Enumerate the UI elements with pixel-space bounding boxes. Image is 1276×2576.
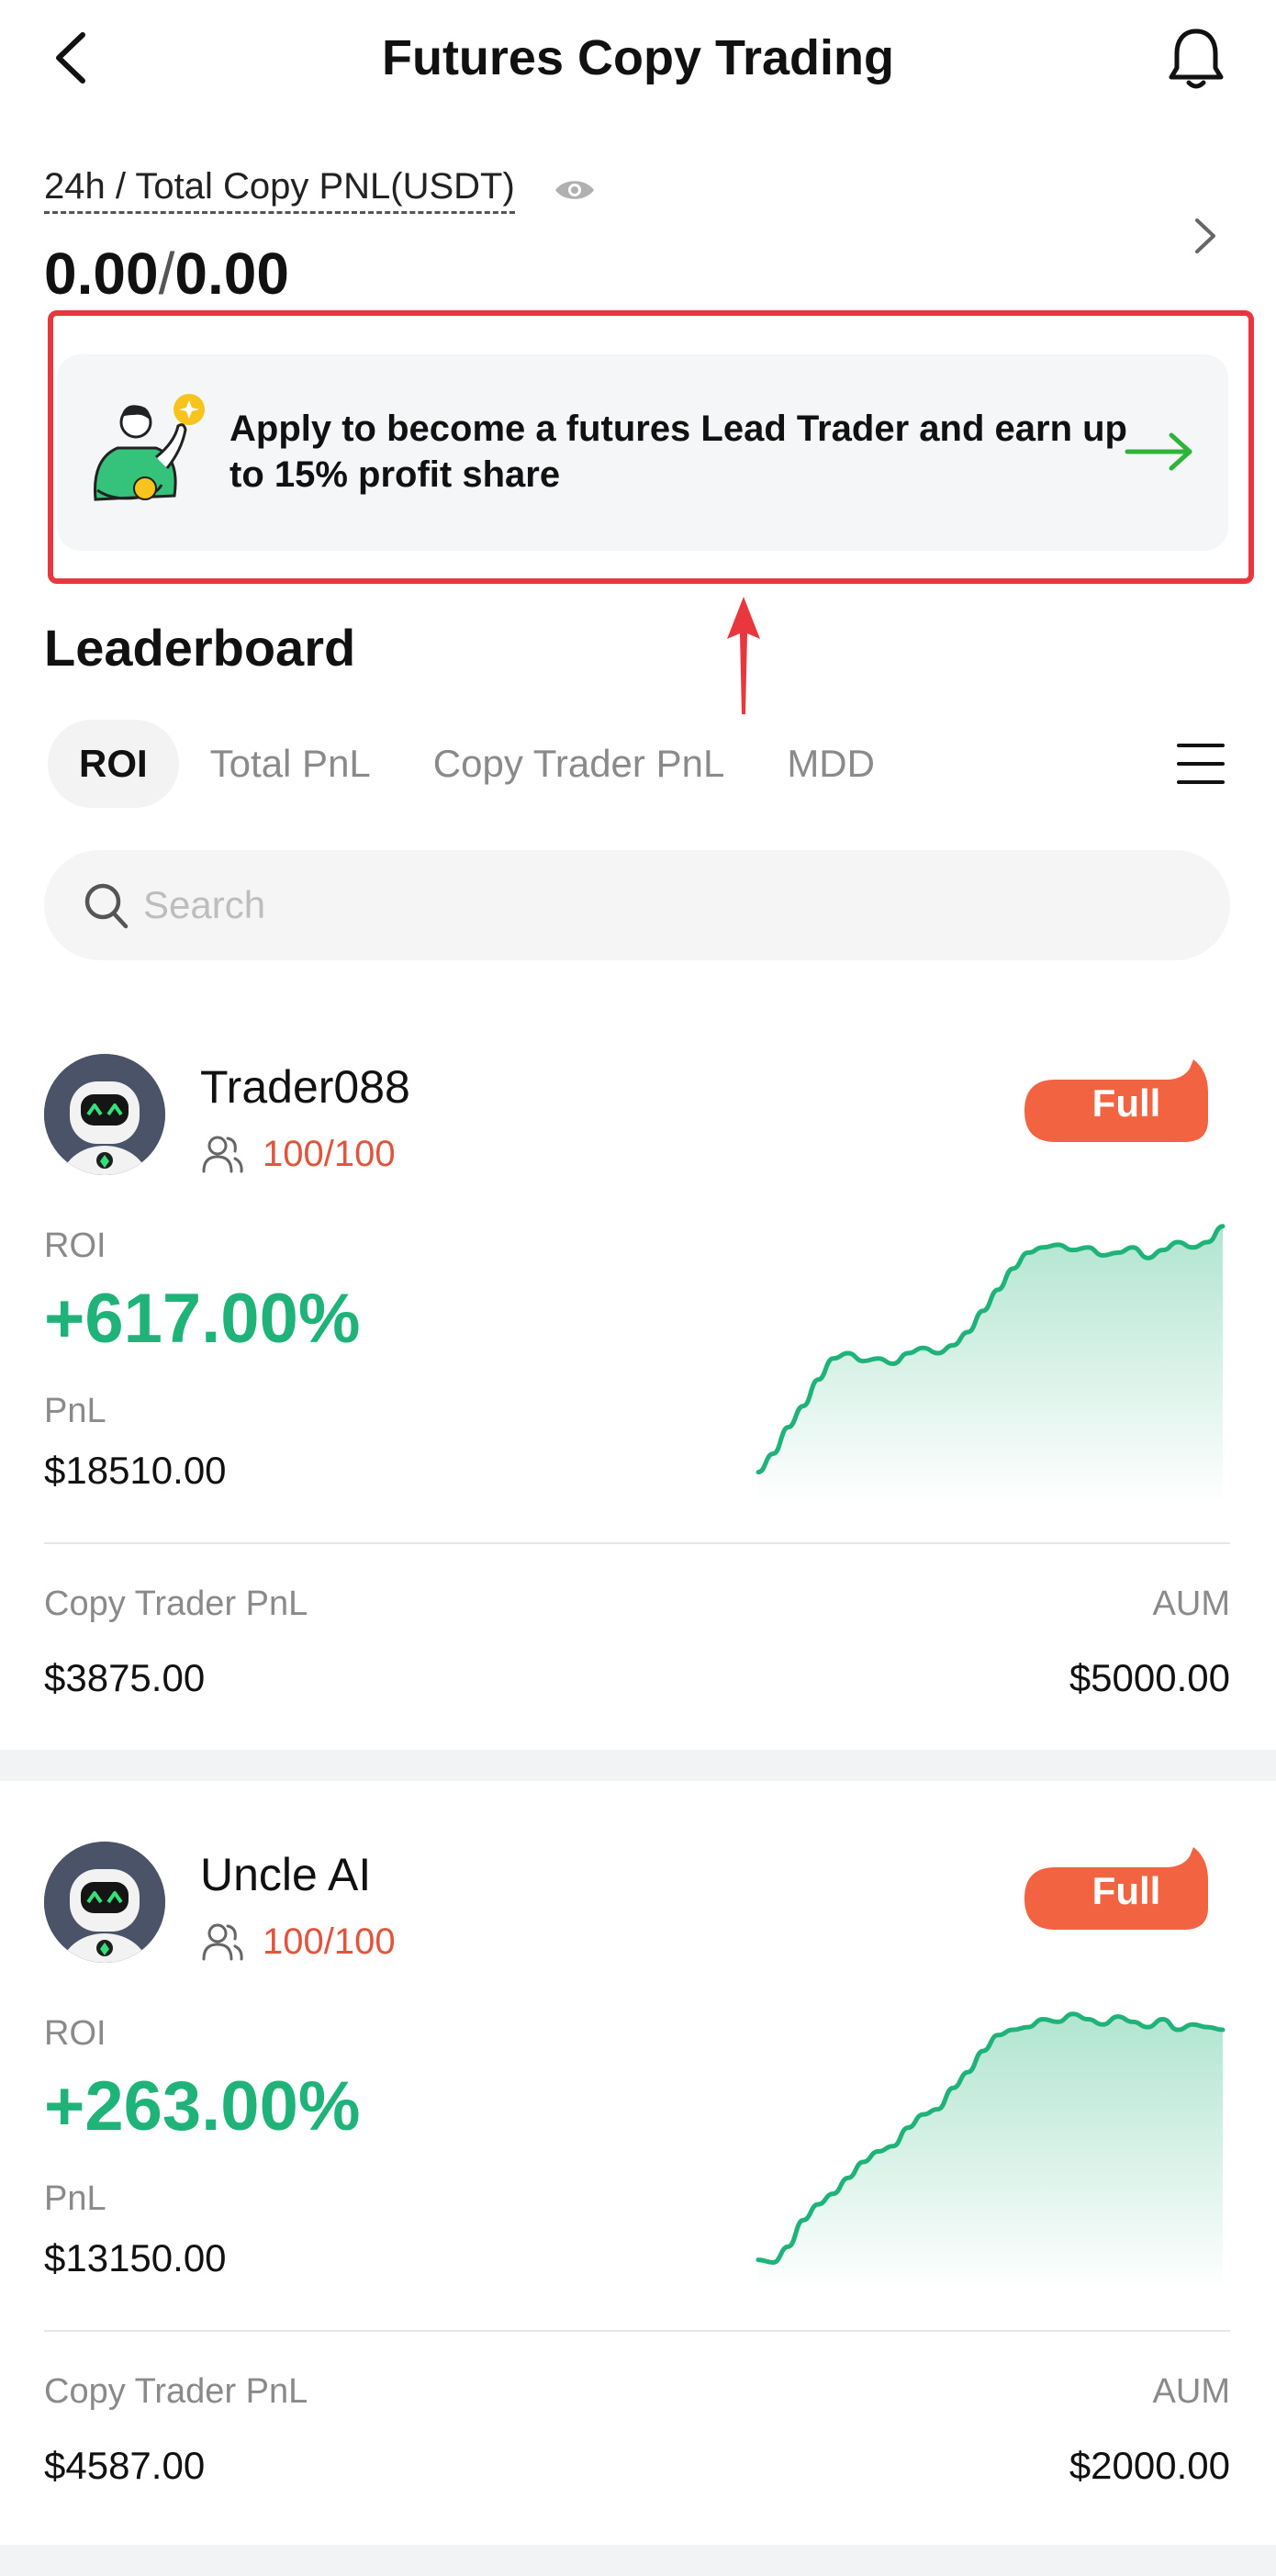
pnl-label: PnL xyxy=(44,1392,106,1430)
roi-value: +263.00% xyxy=(44,2067,361,2145)
roi-label: ROI xyxy=(44,1226,106,1265)
tab-copy-trader-pnl[interactable]: Copy Trader PnL xyxy=(402,720,756,808)
search-icon xyxy=(84,883,129,929)
header: Futures Copy Trading xyxy=(0,0,1276,119)
pnl-separator: / xyxy=(158,241,175,307)
copy-trader-pnl-value: $3875.00 xyxy=(44,1656,206,1699)
chevron-right-icon[interactable] xyxy=(1188,211,1221,261)
bell-icon[interactable] xyxy=(1164,24,1228,92)
aum-value: $5000.00 xyxy=(1069,1656,1230,1699)
leaderboard-tabs: ROI Total PnL Copy Trader PnL MDD xyxy=(48,720,906,808)
tab-total-pnl[interactable]: Total PnL xyxy=(179,720,402,808)
roi-sparkline xyxy=(756,2011,1226,2291)
copy-trader-pnl-label: Copy Trader PnL xyxy=(44,2372,308,2411)
leaderboard-title: Leaderboard xyxy=(44,619,356,677)
card-separator xyxy=(0,2545,1276,2576)
aum-value: $2000.00 xyxy=(1069,2444,1230,2487)
search-bar xyxy=(44,850,1230,960)
aum-label: AUM xyxy=(1152,1585,1230,1623)
full-button[interactable]: Full xyxy=(1023,1842,1230,1943)
trader-name[interactable]: Uncle AI xyxy=(200,1847,371,1902)
pnl-label: PnL xyxy=(44,2179,106,2218)
copy-pnl-value: 0.00/0.00 xyxy=(44,237,289,310)
followers-count: 100/100 xyxy=(263,1921,396,1962)
trader-card[interactable]: Uncle AI 100/100 Full ROI +263.00% PnL $… xyxy=(0,1842,1276,2576)
eye-icon[interactable] xyxy=(553,174,597,206)
copy-trader-pnl-value: $4587.00 xyxy=(44,2444,206,2487)
followers-icon xyxy=(202,1136,243,1173)
roi-label: ROI xyxy=(44,2014,106,2053)
trader-card[interactable]: Trader088 100/100 Full ROI +617.00% PnL … xyxy=(0,1054,1276,1834)
aum-label: AUM xyxy=(1152,2372,1230,2411)
trader-name[interactable]: Trader088 xyxy=(200,1059,410,1114)
card-separator xyxy=(0,1750,1276,1781)
followers-icon xyxy=(202,1923,243,1961)
roi-sparkline xyxy=(756,1224,1226,1504)
menu-icon[interactable] xyxy=(1175,738,1226,790)
tab-roi[interactable]: ROI xyxy=(48,720,179,808)
search-input[interactable] xyxy=(143,872,1153,938)
full-button[interactable]: Full xyxy=(1023,1054,1230,1155)
annotation-arrow-icon xyxy=(727,597,760,714)
pnl-value: $13150.00 xyxy=(44,2236,227,2279)
highlight-annotation-box xyxy=(48,310,1254,584)
avatar[interactable] xyxy=(44,1842,165,1963)
divider xyxy=(44,1542,1230,1544)
page-title: Futures Copy Trading xyxy=(381,30,895,85)
pnl-total-value: 0.00 xyxy=(174,241,289,307)
pnl-value: $18510.00 xyxy=(44,1449,227,1492)
copy-pnl-label[interactable]: 24h / Total Copy PNL(USDT) xyxy=(44,163,515,214)
robot-avatar-icon xyxy=(44,1054,165,1175)
roi-value: +617.00% xyxy=(44,1280,361,1358)
divider xyxy=(44,2330,1230,2332)
pnl-24h-value: 0.00 xyxy=(44,241,159,307)
robot-avatar-icon xyxy=(44,1842,165,1963)
sparkline-area xyxy=(758,2013,1223,2291)
followers-count: 100/100 xyxy=(263,1134,396,1174)
avatar[interactable] xyxy=(44,1054,165,1175)
full-label: Full xyxy=(1091,1869,1161,1912)
tab-mdd[interactable]: MDD xyxy=(756,720,906,808)
copy-trader-pnl-label: Copy Trader PnL xyxy=(44,1585,308,1623)
full-label: Full xyxy=(1091,1081,1161,1125)
